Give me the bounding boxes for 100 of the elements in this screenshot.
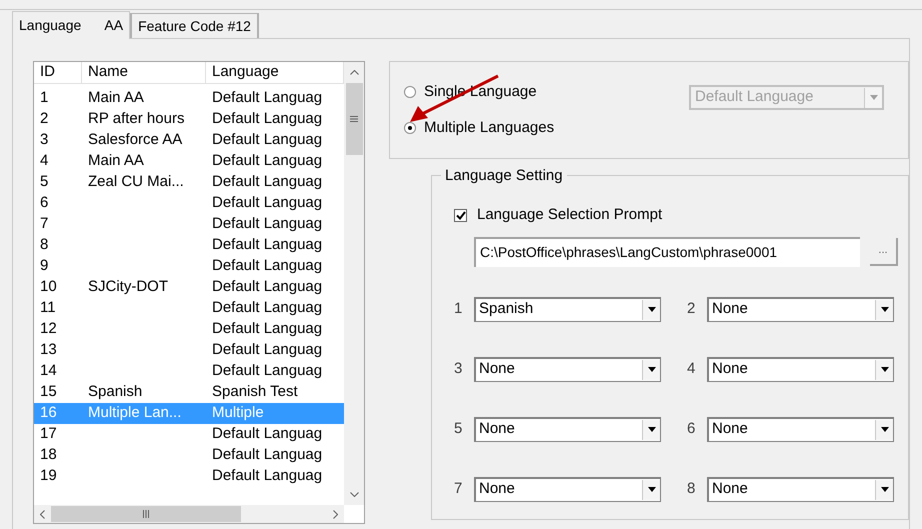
slot-number: 8 — [687, 478, 696, 499]
language-dropdown[interactable]: None — [474, 356, 661, 382]
table-cell-text: RP after hours — [87, 109, 186, 130]
table-cell-text: Default Languag — [211, 130, 322, 150]
language-dropdown[interactable]: None — [707, 416, 894, 442]
table-cell-text: 8 — [39, 235, 50, 256]
tab[interactable]: Language AA — [12, 11, 130, 39]
table-cell-text: 2 — [39, 109, 50, 130]
table-cell-text: 19 — [39, 466, 58, 486]
vertical-scrollbar[interactable] — [344, 62, 364, 505]
table-cell-text: Default Languag — [211, 340, 322, 360]
dropdown-button[interactable] — [875, 300, 893, 320]
list-row[interactable]: 12 Default Languag — [34, 319, 344, 340]
caret-icon — [648, 367, 656, 372]
scroll-right-icon — [333, 510, 338, 518]
list-row[interactable]: 18 Default Languag — [34, 445, 344, 466]
checkbox[interactable] — [454, 208, 467, 222]
language-dropdown[interactable]: None — [707, 476, 894, 502]
dropdown-button[interactable] — [875, 480, 893, 500]
dropdown-value: Spanish — [478, 299, 534, 320]
list-row[interactable]: 7 Default Languag — [34, 214, 344, 235]
scroll-down-icon — [350, 492, 358, 497]
caret-icon — [880, 427, 888, 432]
slot-number: 6 — [687, 418, 696, 439]
scroll-thumb[interactable] — [346, 83, 362, 155]
radio-button[interactable] — [404, 122, 416, 134]
list-row[interactable]: 9 Default Languag — [34, 256, 344, 277]
table-cell-text: Spanish — [87, 382, 144, 402]
list-row[interactable]: 3 Salesforce AA Default Languag — [34, 130, 344, 151]
table-cell-text: Default Languag — [211, 235, 322, 256]
dropdown-value: None — [711, 479, 749, 500]
language-dropdown[interactable]: None — [707, 296, 894, 322]
table-cell-text: 14 — [39, 361, 58, 382]
list-row[interactable]: 15 Spanish Spanish Test — [34, 382, 344, 403]
column-header[interactable]: ID — [34, 62, 82, 83]
table-cell-text: 7 — [39, 214, 50, 234]
table-cell-text: Default Languag — [211, 256, 322, 276]
table-cell-text: 10 — [39, 277, 58, 298]
list-row[interactable]: 17 Default Languag — [34, 424, 344, 445]
table-cell-text: Main AA — [87, 88, 145, 108]
list-row[interactable]: 2 RP after hours Default Languag — [34, 109, 344, 130]
grip-icon — [143, 510, 149, 518]
radio-button[interactable] — [404, 86, 416, 98]
tab[interactable]: Feature Code #12 — [130, 13, 259, 38]
caret-icon — [648, 307, 656, 312]
table-cell-text: 13 — [39, 340, 58, 360]
list-row[interactable]: 14 Default Languag — [34, 361, 344, 382]
slot-number: 1 — [454, 298, 464, 319]
table-cell-text: Default Languag — [211, 424, 322, 444]
table-cell-text: Default Languag — [211, 319, 322, 340]
table-cell-text: 11 — [39, 298, 57, 318]
dropdown-value: None — [478, 359, 516, 380]
table-cell-text: Default Languag — [211, 298, 322, 318]
dropdown-value: None — [711, 299, 749, 320]
dropdown-button[interactable] — [875, 420, 893, 440]
table-cell-text: 3 — [39, 130, 50, 150]
list-row[interactable]: 6 Default Languag — [34, 193, 344, 214]
language-dropdown[interactable]: None — [474, 476, 661, 502]
table-cell-text: Default Languag — [211, 109, 322, 130]
slot-number: 5 — [454, 418, 464, 439]
list-row[interactable]: 10 SJCity-DOT Default Languag — [34, 277, 344, 298]
browse-button[interactable]: ... — [870, 238, 898, 266]
list-row[interactable]: 8 Default Languag — [34, 235, 344, 256]
table-cell-text: 16 — [39, 403, 58, 424]
caret-icon — [880, 487, 888, 492]
dropdown-value: None — [478, 419, 516, 440]
language-dropdown[interactable]: None — [474, 416, 661, 442]
list-row[interactable]: 19 Default Languag — [34, 466, 344, 487]
language-dropdown[interactable]: Spanish — [474, 296, 661, 322]
horizontal-scrollbar[interactable] — [34, 505, 344, 523]
path-field[interactable]: C:\PostOffice\phrases\LangCustom\phrase0001 — [474, 236, 860, 266]
list-row[interactable]: 1 Main AA Default Languag — [34, 88, 344, 109]
slot-number: 3 — [454, 358, 464, 379]
checkbox-label: Language Selection Prompt — [477, 205, 662, 225]
table-cell-text: Default Languag — [211, 214, 322, 234]
caret-icon — [648, 487, 656, 492]
caret-icon — [870, 95, 878, 100]
dropdown-button[interactable] — [642, 480, 660, 500]
table-cell-text: Default Languag — [211, 277, 322, 298]
table-cell-text: 1 — [39, 88, 50, 108]
list-row[interactable]: 5 Zeal CU Mai... Default Languag — [34, 172, 344, 193]
list-row[interactable]: 13 Default Languag — [34, 340, 344, 361]
grip-icon — [350, 116, 358, 122]
dropdown-button[interactable] — [642, 300, 660, 320]
table-cell-text: 4 — [39, 151, 50, 172]
dropdown-button[interactable] — [875, 360, 893, 380]
scroll-thumb[interactable] — [51, 506, 241, 522]
list-row[interactable]: 4 Main AA Default Languag — [34, 151, 344, 172]
dropdown-button[interactable] — [642, 420, 660, 440]
table-cell-text: Default Languag — [211, 172, 322, 192]
caret-icon — [648, 427, 656, 432]
table-cell-text: 9 — [39, 256, 50, 276]
list-row[interactable]: 11 Default Languag — [34, 298, 344, 319]
slot-number: 2 — [687, 298, 696, 319]
table-cell-text: Default Languag — [211, 445, 322, 466]
column-header[interactable]: Name — [82, 62, 206, 83]
dropdown-button[interactable] — [642, 360, 660, 380]
table-cell-text: Main AA — [87, 151, 145, 172]
language-dropdown[interactable]: None — [707, 356, 894, 382]
caret-icon — [880, 367, 888, 372]
